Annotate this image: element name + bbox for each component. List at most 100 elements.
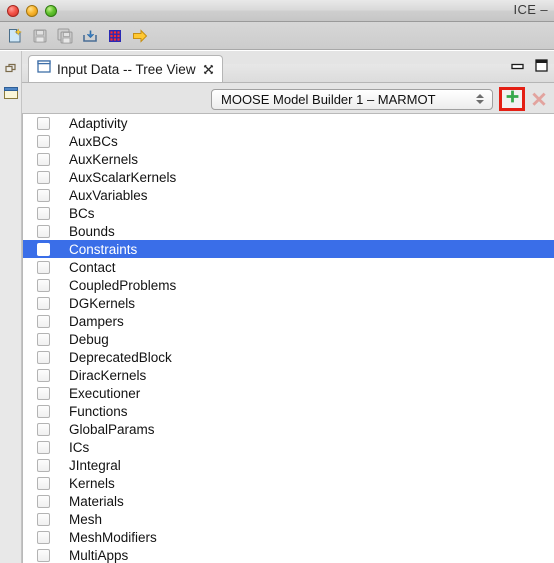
tree-row-checkbox[interactable]: [37, 170, 50, 184]
tree-row[interactable]: Contact: [23, 258, 554, 276]
view-buttons: [511, 59, 548, 77]
tree-row-checkbox[interactable]: [37, 458, 50, 472]
tree-row[interactable]: Constraints: [23, 240, 554, 258]
save-icon[interactable]: [30, 26, 50, 46]
tree-row-label: CoupledProblems: [69, 277, 177, 293]
tree-row-checkbox[interactable]: [37, 332, 50, 346]
tree-list[interactable]: Adaptivity AuxBCs AuxKernels AuxScalarKerne…: [22, 113, 554, 563]
tree-row[interactable]: Adaptivity: [23, 114, 554, 132]
model-combo-box[interactable]: MOOSE Model Builder 1 – MARMOT: [211, 88, 493, 110]
tree-row-label: BCs: [69, 205, 95, 221]
tree-row-checkbox[interactable]: [37, 206, 50, 220]
tree-row[interactable]: Mesh: [23, 510, 554, 528]
tree-row-label: Kernels: [69, 475, 115, 491]
tree-row-checkbox[interactable]: [37, 278, 50, 292]
tree-row[interactable]: CoupledProblems: [23, 276, 554, 294]
tree-row-label: Dampers: [69, 313, 124, 329]
tree-row-label: Mesh: [69, 511, 103, 527]
window-controls: [7, 5, 57, 17]
tree-row[interactable]: DeprecatedBlock: [23, 348, 554, 366]
tree-row-checkbox[interactable]: [37, 404, 50, 418]
tree-row[interactable]: Materials: [23, 492, 554, 510]
tree-row-checkbox[interactable]: [37, 350, 50, 364]
tree-row-label: DeprecatedBlock: [69, 349, 172, 365]
tree-row[interactable]: AuxBCs: [23, 132, 554, 150]
restore-perspective-icon[interactable]: [0, 57, 22, 81]
application-window: ICE – Input Data -- Tree View MOOSE Mode…: [0, 0, 554, 563]
tree-row[interactable]: GlobalParams: [23, 420, 554, 438]
close-window-button[interactable]: [7, 5, 19, 17]
tree-row[interactable]: JIntegral: [23, 456, 554, 474]
tree-row-label: Materials: [69, 493, 124, 509]
add-model-highlight-box: [499, 87, 525, 111]
minimize-window-button[interactable]: [26, 5, 38, 17]
tree-row[interactable]: MultiApps: [23, 546, 554, 563]
tree-row[interactable]: DGKernels: [23, 294, 554, 312]
view-tab-row: Input Data -- Tree View: [22, 55, 554, 83]
tree-row-label: AuxKernels: [69, 151, 139, 167]
tree-row[interactable]: Functions: [23, 402, 554, 420]
zoom-window-button[interactable]: [45, 5, 57, 17]
tree-row-checkbox[interactable]: [37, 494, 50, 508]
yellow-arrow-icon[interactable]: [130, 26, 150, 46]
fast-view-bar: [0, 51, 22, 563]
tree-row-checkbox[interactable]: [37, 476, 50, 490]
tree-row[interactable]: Executioner: [23, 384, 554, 402]
maximize-view-icon[interactable]: [535, 59, 548, 77]
tree-row-label: DGKernels: [69, 295, 136, 311]
tree-row-label: Adaptivity: [69, 115, 128, 131]
tree-row-checkbox[interactable]: [37, 548, 50, 562]
tree-row-label: Bounds: [69, 223, 115, 239]
tree-row-label: Executioner: [69, 385, 141, 401]
tree-row-checkbox[interactable]: [37, 440, 50, 454]
save-all-icon[interactable]: [55, 26, 75, 46]
import-icon[interactable]: [80, 26, 100, 46]
tab-input-data-tree-view[interactable]: Input Data -- Tree View: [28, 55, 223, 82]
tree-row-checkbox[interactable]: [37, 386, 50, 400]
tree-row-checkbox[interactable]: [37, 188, 50, 202]
grid-table-icon[interactable]: [105, 26, 125, 46]
tree-row-label: MeshModifiers: [69, 529, 157, 545]
tree-row-checkbox[interactable]: [37, 512, 50, 526]
add-model-button[interactable]: [505, 89, 520, 109]
tree-row-label: Constraints: [69, 241, 138, 257]
view-stack: Input Data -- Tree View MOOSE Model Buil…: [22, 51, 554, 563]
tree-row[interactable]: DiracKernels: [23, 366, 554, 384]
tree-row-checkbox[interactable]: [37, 224, 50, 238]
tree-row[interactable]: MeshModifiers: [23, 528, 554, 546]
tree-row-checkbox[interactable]: [37, 242, 50, 256]
tree-row[interactable]: Bounds: [23, 222, 554, 240]
tree-row-checkbox[interactable]: [37, 422, 50, 436]
window-title: ICE –: [513, 2, 548, 17]
combo-stepper-icon[interactable]: [471, 90, 489, 109]
tree-row-label: Contact: [69, 259, 116, 275]
tree-row[interactable]: BCs: [23, 204, 554, 222]
tree-row-checkbox[interactable]: [37, 368, 50, 382]
tree-row-checkbox[interactable]: [37, 134, 50, 148]
tree-row[interactable]: ICs: [23, 438, 554, 456]
delete-model-button[interactable]: [528, 88, 550, 110]
tree-row-checkbox[interactable]: [37, 530, 50, 544]
tree-row-label: Functions: [69, 403, 128, 419]
tree-row-checkbox[interactable]: [37, 296, 50, 310]
tree-row[interactable]: AuxScalarKernels: [23, 168, 554, 186]
tree-row-label: DiracKernels: [69, 367, 147, 383]
view-item-icon[interactable]: [0, 81, 22, 105]
close-icon[interactable]: [202, 63, 215, 76]
tree-row[interactable]: AuxVariables: [23, 186, 554, 204]
tree-row[interactable]: AuxKernels: [23, 150, 554, 168]
model-combo-value: MOOSE Model Builder 1 – MARMOT: [221, 91, 436, 107]
tree-row-checkbox[interactable]: [37, 116, 50, 130]
minimize-view-icon[interactable]: [511, 59, 524, 77]
new-file-icon[interactable]: [5, 26, 25, 46]
main-toolbar: [0, 22, 554, 50]
tree-row-checkbox[interactable]: [37, 260, 50, 274]
tree-row[interactable]: Kernels: [23, 474, 554, 492]
tree-row-checkbox[interactable]: [37, 314, 50, 328]
tree-row-label: AuxVariables: [69, 187, 148, 203]
tree-row-checkbox[interactable]: [37, 152, 50, 166]
tree-row[interactable]: Dampers: [23, 312, 554, 330]
tree-row-label: ICs: [69, 439, 90, 455]
workbench-body: Input Data -- Tree View MOOSE Model Buil…: [0, 51, 554, 563]
tree-row[interactable]: Debug: [23, 330, 554, 348]
